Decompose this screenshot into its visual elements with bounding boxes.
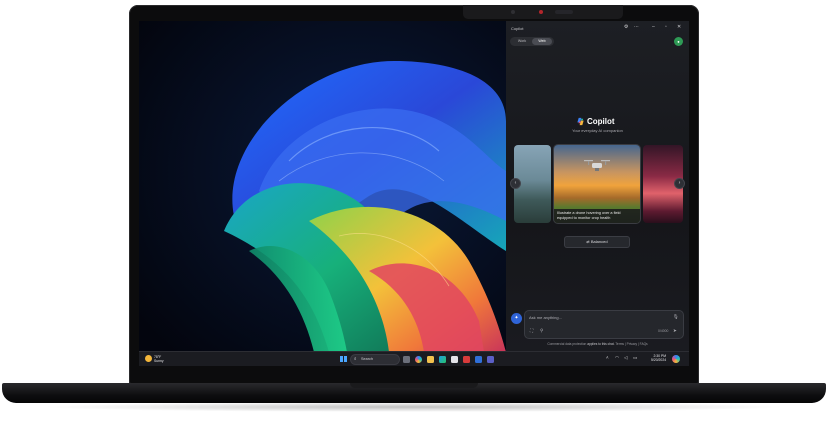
footer-links[interactable]: Terms | Privacy | FAQs [615,342,647,346]
copilot-logo-icon [577,117,584,126]
camera-led-icon [539,10,543,14]
task-view-icon[interactable] [403,355,410,363]
minimize-icon[interactable]: – [652,25,655,30]
maximize-icon[interactable]: ▫ [665,25,667,30]
sensor-icon [511,10,515,14]
data-protection-note: Commercial data protection applies to th… [547,342,648,346]
more-icon[interactable]: ⋯ [634,25,639,30]
settings-icon[interactable]: ⚙ [624,25,628,30]
taskbar: 78°F Sunny ⌕ Search ˄ ◠ ◁ ▭ 2:30 PM 5/20… [139,352,689,366]
taskbar-search[interactable]: ⌕ Search [351,354,399,364]
data-protection-link[interactable]: applies to this chat. [587,342,614,346]
new-topic-icon[interactable]: ✦ [511,313,522,324]
tab-work[interactable]: Work [512,38,532,45]
close-icon[interactable]: ✕ [677,25,681,30]
file-explorer-icon[interactable] [427,355,434,363]
tone-balanced-button[interactable]: ⇄ Balanced [565,237,629,247]
attach-icon[interactable]: ⚲ [540,328,543,333]
start-icon[interactable] [340,355,347,363]
desktop-wallpaper [139,21,506,352]
tray-chevron-icon[interactable]: ˄ [606,355,609,361]
image-input-icon[interactable]: ⛶ [530,328,533,333]
display: Copilot ⚙ ⋯ – ▫ ✕ Work Web ● Copilot You… [139,21,689,366]
chat-composer: 🎙 ⛶ ⚲ 0/4000 ➤ [525,311,683,338]
microphone-icon[interactable]: 🎙 [673,314,679,319]
user-avatar[interactable]: ● [674,37,683,46]
weather-widget[interactable]: 78°F Sunny [154,355,164,363]
store-icon[interactable] [451,355,458,363]
chat-input[interactable] [529,314,659,321]
outlook-icon[interactable] [475,355,482,363]
tagline: Your everyday AI companion [572,128,623,133]
teams-icon[interactable] [487,355,494,363]
search-icon: ⌕ [354,355,357,361]
send-icon[interactable]: ➤ [673,328,677,333]
suggestion-card-drone[interactable]: Illustrate a drone hovering over a field… [554,145,640,223]
carousel-next-icon[interactable]: › [675,179,684,188]
work-web-toggle: Work Web [510,37,554,46]
window-title: Copilot [511,26,524,31]
laptop-shadow [40,402,788,412]
tab-web[interactable]: Web [532,38,552,45]
camera-notch [463,5,623,19]
laptop-hinge-notch [350,383,478,388]
tone-label: Balanced [590,239,608,244]
taskbar-clock[interactable]: 2:30 PM 5/20/2024 [651,354,666,362]
camera-icon [555,10,573,14]
copilot-brand: Copilot [587,117,615,126]
volume-icon[interactable]: ◁ [624,355,627,361]
edge-icon[interactable] [439,355,446,363]
copilot-tray-icon[interactable] [672,355,680,363]
copilot-taskbar-icon[interactable] [415,355,422,363]
battery-icon[interactable]: ▭ [633,355,637,361]
carousel-prev-icon[interactable]: ‹ [511,179,520,188]
wifi-icon[interactable]: ◠ [615,355,619,361]
char-count: 0/4000 [658,329,669,333]
card-caption: Illustrate a drone hovering over a field… [554,209,640,223]
copilot-pane: Copilot ⚙ ⋯ – ▫ ✕ Work Web ● Copilot You… [506,21,689,352]
sun-icon[interactable] [145,355,152,362]
drone-image-icon [584,160,610,171]
office-icon[interactable] [463,355,470,363]
